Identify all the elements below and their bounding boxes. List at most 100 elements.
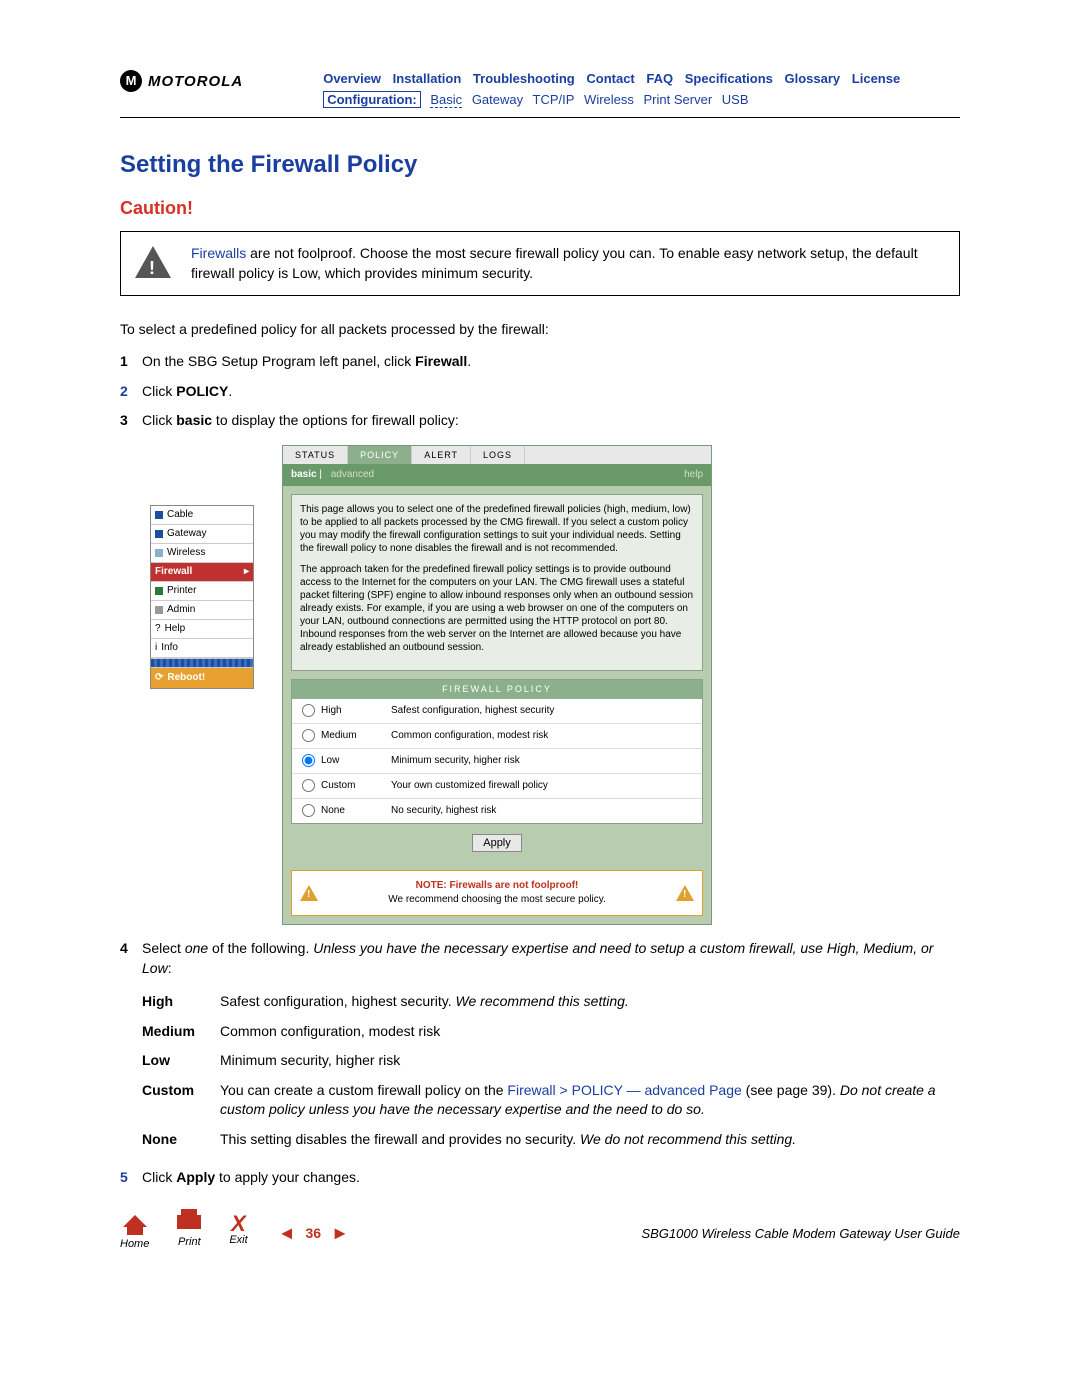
- prev-page-button[interactable]: ◄: [278, 1221, 296, 1246]
- lp-wireless[interactable]: Wireless: [151, 544, 253, 563]
- step-num: 5: [120, 1168, 142, 1188]
- caution-heading: Caution!: [120, 196, 960, 221]
- lp-reboot[interactable]: ⟳Reboot!: [151, 668, 253, 688]
- page-nav: ◄ 36 ►: [278, 1221, 349, 1246]
- warning-icon: [676, 885, 694, 901]
- top-nav: Overview Installation Troubleshooting Co…: [323, 70, 908, 109]
- steps-list-cont: 4 Select one of the following. Unless yo…: [120, 939, 960, 1187]
- page-number: 36: [306, 1224, 322, 1244]
- tab-status[interactable]: STATUS: [283, 446, 348, 465]
- guide-title: SBG1000 Wireless Cable Modem Gateway Use…: [641, 1225, 960, 1243]
- def-custom: CustomYou can create a custom firewall p…: [142, 1081, 960, 1120]
- step-body: Click basic to display the options for f…: [142, 411, 960, 431]
- policy-tabs: STATUS POLICY ALERT LOGS: [283, 446, 711, 465]
- step-4: 4 Select one of the following. Unless yo…: [120, 939, 960, 1150]
- nav-basic[interactable]: Basic: [430, 92, 462, 108]
- tab-alert[interactable]: ALERT: [412, 446, 471, 465]
- subtab-basic[interactable]: basic: [291, 469, 317, 480]
- radio-none[interactable]: [302, 804, 315, 817]
- caution-box: Firewalls are not foolproof. Choose the …: [120, 231, 960, 296]
- radio-medium[interactable]: [302, 729, 315, 742]
- policy-opt-none[interactable]: NoneNo security, highest risk: [292, 799, 702, 823]
- nav-row-1: Overview Installation Troubleshooting Co…: [323, 70, 908, 88]
- embedded-screenshot: Cable Gateway Wireless Firewall▸ Printer…: [150, 445, 960, 925]
- nav-troubleshooting[interactable]: Troubleshooting: [473, 71, 575, 86]
- subtab-advanced[interactable]: advanced: [331, 469, 374, 480]
- subtab-help[interactable]: help: [684, 468, 703, 482]
- lp-help[interactable]: ?Help: [151, 620, 253, 639]
- warning-icon: [300, 885, 318, 901]
- next-page-button[interactable]: ►: [331, 1221, 349, 1246]
- nav-usb[interactable]: USB: [722, 92, 749, 107]
- radio-low[interactable]: [302, 754, 315, 767]
- nav-license[interactable]: License: [852, 71, 900, 86]
- definitions: HighSafest configuration, highest securi…: [142, 992, 960, 1150]
- caution-rest: are not foolproof. Choose the most secur…: [191, 245, 918, 281]
- step-2: 2 Click POLICY.: [120, 382, 960, 402]
- firewall-policy-table: FIREWALL POLICY HighSafest configuration…: [291, 679, 703, 824]
- lp-divider: [151, 658, 253, 668]
- nav-installation[interactable]: Installation: [393, 71, 462, 86]
- lp-printer[interactable]: Printer: [151, 582, 253, 601]
- nav-specifications[interactable]: Specifications: [685, 71, 773, 86]
- footer-icons: Home Print XExit: [120, 1215, 248, 1252]
- caution-text: Firewalls are not foolproof. Choose the …: [191, 244, 945, 283]
- lp-cable[interactable]: Cable: [151, 506, 253, 525]
- policy-opt-medium[interactable]: MediumCommon configuration, modest risk: [292, 724, 702, 749]
- motorola-icon: M: [120, 70, 142, 92]
- step-body: On the SBG Setup Program left panel, cli…: [142, 352, 960, 372]
- advanced-page-link[interactable]: Firewall > POLICY — advanced Page: [507, 1082, 741, 1098]
- radio-high[interactable]: [302, 704, 315, 717]
- firewalls-link[interactable]: Firewalls: [191, 245, 246, 261]
- apply-button[interactable]: Apply: [472, 834, 522, 852]
- policy-opt-custom[interactable]: CustomYour own customized firewall polic…: [292, 774, 702, 799]
- nav-configuration-label: Configuration:: [323, 91, 421, 108]
- nav-gateway[interactable]: Gateway: [472, 92, 523, 107]
- sbg-left-panel: Cable Gateway Wireless Firewall▸ Printer…: [150, 505, 254, 689]
- step-num: 2: [120, 382, 142, 402]
- lp-firewall[interactable]: Firewall▸: [151, 563, 253, 582]
- page-footer: Home Print XExit ◄ 36 ► SBG1000 Wireless…: [120, 1215, 960, 1252]
- steps-list: 1 On the SBG Setup Program left panel, c…: [120, 352, 960, 431]
- apply-row: Apply: [283, 824, 711, 862]
- chevron-right-icon: ▸: [244, 565, 249, 579]
- nav-tcpip[interactable]: TCP/IP: [533, 92, 575, 107]
- lp-gateway[interactable]: Gateway: [151, 525, 253, 544]
- nav-printserver[interactable]: Print Server: [644, 92, 713, 107]
- home-icon: [123, 1215, 147, 1227]
- step-num: 1: [120, 352, 142, 372]
- tab-logs[interactable]: LOGS: [471, 446, 525, 465]
- lp-info[interactable]: iInfo: [151, 639, 253, 658]
- reboot-icon: ⟳: [155, 671, 163, 685]
- step-num: 3: [120, 411, 142, 431]
- step-5: 5 Click Apply to apply your changes.: [120, 1168, 960, 1188]
- def-high: HighSafest configuration, highest securi…: [142, 992, 960, 1012]
- nav-contact[interactable]: Contact: [586, 71, 634, 86]
- exit-icon: X: [231, 1215, 246, 1233]
- print-button[interactable]: Print: [177, 1215, 201, 1252]
- nav-wireless[interactable]: Wireless: [584, 92, 634, 107]
- tab-policy[interactable]: POLICY: [348, 446, 412, 465]
- policy-opt-low[interactable]: LowMinimum security, higher risk: [292, 749, 702, 774]
- home-button[interactable]: Home: [120, 1215, 149, 1252]
- nav-glossary[interactable]: Glossary: [785, 71, 841, 86]
- step-num: 4: [120, 939, 142, 1150]
- intro-text: To select a predefined policy for all pa…: [120, 320, 960, 340]
- brand-text: MOTOROLA: [148, 71, 243, 92]
- def-low: LowMinimum security, higher risk: [142, 1051, 960, 1071]
- def-medium: MediumCommon configuration, modest risk: [142, 1022, 960, 1042]
- policy-panel: STATUS POLICY ALERT LOGS basic | advance…: [282, 445, 712, 925]
- step-body: Click POLICY.: [142, 382, 960, 402]
- exit-button[interactable]: XExit: [229, 1215, 247, 1252]
- nav-faq[interactable]: FAQ: [646, 71, 673, 86]
- lp-admin[interactable]: Admin: [151, 601, 253, 620]
- policy-opt-high[interactable]: HighSafest configuration, highest securi…: [292, 699, 702, 724]
- nav-overview[interactable]: Overview: [323, 71, 381, 86]
- note-box: NOTE: Firewalls are not foolproof! We re…: [291, 870, 703, 916]
- radio-custom[interactable]: [302, 779, 315, 792]
- policy-table-header: FIREWALL POLICY: [292, 680, 702, 699]
- brand-logo: M MOTOROLA: [120, 70, 243, 92]
- nav-row-2: Configuration: Basic Gateway TCP/IP Wire…: [323, 91, 908, 109]
- policy-description: This page allows you to select one of th…: [291, 494, 703, 671]
- page-header: M MOTOROLA Overview Installation Trouble…: [120, 70, 960, 118]
